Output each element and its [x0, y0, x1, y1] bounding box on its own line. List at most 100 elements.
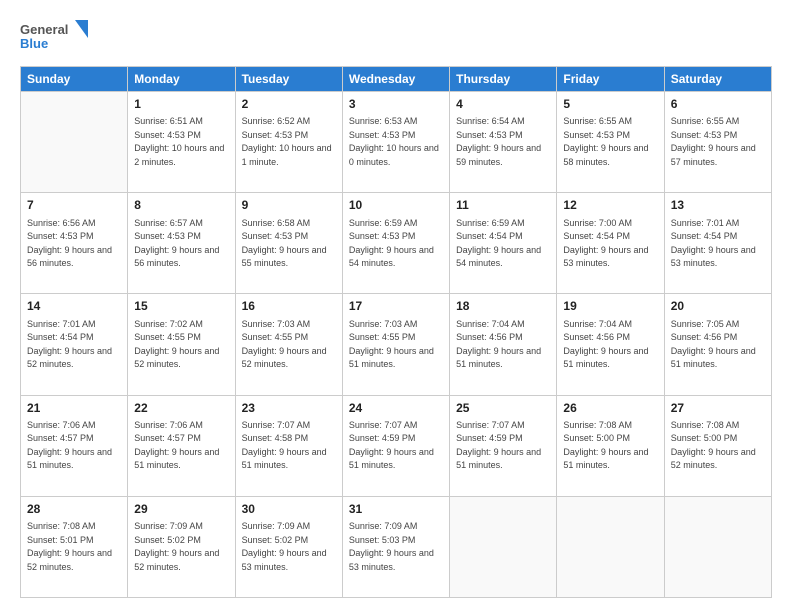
weekday-header: Monday [128, 67, 235, 92]
header: General Blue [20, 18, 772, 56]
day-number: 1 [134, 96, 228, 113]
day-info: Sunrise: 6:52 AMSunset: 4:53 PMDaylight:… [242, 115, 336, 169]
day-info: Sunrise: 6:55 AMSunset: 4:53 PMDaylight:… [563, 115, 657, 169]
calendar-cell: 11 Sunrise: 6:59 AMSunset: 4:54 PMDayligh… [450, 193, 557, 294]
day-number: 3 [349, 96, 443, 113]
calendar-cell: 19Sunrise: 7:04 AMSunset: 4:56 PMDayligh… [557, 294, 664, 395]
day-number: 18 [456, 298, 550, 315]
calendar-cell: 10 Sunrise: 6:59 AMSunset: 4:53 PMDayligh… [342, 193, 449, 294]
day-number: 24 [349, 400, 443, 417]
calendar-cell: 9 Sunrise: 6:58 AMSunset: 4:53 PMDaylight… [235, 193, 342, 294]
day-number: 13 [671, 197, 765, 214]
day-number: 22 [134, 400, 228, 417]
calendar-cell: 31Sunrise: 7:09 AMSunset: 5:03 PMDayligh… [342, 496, 449, 597]
calendar-week-row: 21 Sunrise: 7:06 AMSunset: 4:57 PMDayligh… [21, 395, 772, 496]
day-info: Sunrise: 7:00 AMSunset: 4:54 PMDaylight:… [563, 217, 657, 271]
day-info: Sunrise: 7:08 AMSunset: 5:01 PMDaylight:… [27, 520, 121, 574]
day-info: Sunrise: 7:02 AMSunset: 4:55 PMDaylight:… [134, 318, 228, 372]
weekday-header: Friday [557, 67, 664, 92]
day-info: Sunrise: 7:09 AMSunset: 5:02 PMDaylight:… [242, 520, 336, 574]
day-number: 2 [242, 96, 336, 113]
day-number: 31 [349, 501, 443, 518]
day-info: Sunrise: 6:57 AMSunset: 4:53 PMDaylight:… [134, 217, 228, 271]
day-info: Sunrise: 7:06 AMSunset: 4:57 PMDaylight:… [27, 419, 121, 473]
calendar-cell: 5 Sunrise: 6:55 AMSunset: 4:53 PMDaylight… [557, 92, 664, 193]
calendar-week-row: 14Sunrise: 7:01 AMSunset: 4:54 PMDayligh… [21, 294, 772, 395]
day-info: Sunrise: 6:59 AMSunset: 4:54 PMDaylight:… [456, 217, 550, 271]
calendar-cell: 18Sunrise: 7:04 AMSunset: 4:56 PMDayligh… [450, 294, 557, 395]
day-number: 17 [349, 298, 443, 315]
calendar-cell: 24 Sunrise: 7:07 AMSunset: 4:59 PMDayligh… [342, 395, 449, 496]
weekday-header: Saturday [664, 67, 771, 92]
calendar-cell [664, 496, 771, 597]
calendar-cell [21, 92, 128, 193]
logo: General Blue [20, 18, 90, 56]
day-info: Sunrise: 6:53 AMSunset: 4:53 PMDaylight:… [349, 115, 443, 169]
weekday-header: Wednesday [342, 67, 449, 92]
calendar-cell: 3 Sunrise: 6:53 AMSunset: 4:53 PMDaylight… [342, 92, 449, 193]
calendar-cell: 21 Sunrise: 7:06 AMSunset: 4:57 PMDayligh… [21, 395, 128, 496]
calendar-cell: 22 Sunrise: 7:06 AMSunset: 4:57 PMDayligh… [128, 395, 235, 496]
weekday-header: Thursday [450, 67, 557, 92]
weekday-header: Tuesday [235, 67, 342, 92]
day-number: 20 [671, 298, 765, 315]
calendar-cell: 29 Sunrise: 7:09 AMSunset: 5:02 PMDayligh… [128, 496, 235, 597]
calendar-cell: 6 Sunrise: 6:55 AMSunset: 4:53 PMDaylight… [664, 92, 771, 193]
calendar-cell: 30Sunrise: 7:09 AMSunset: 5:02 PMDayligh… [235, 496, 342, 597]
day-number: 5 [563, 96, 657, 113]
day-info: Sunrise: 7:07 AMSunset: 4:58 PMDaylight:… [242, 419, 336, 473]
day-info: Sunrise: 7:07 AMSunset: 4:59 PMDaylight:… [349, 419, 443, 473]
calendar-cell: 15 Sunrise: 7:02 AMSunset: 4:55 PMDayligh… [128, 294, 235, 395]
calendar-cell [450, 496, 557, 597]
day-number: 4 [456, 96, 550, 113]
calendar-cell: 13 Sunrise: 7:01 AMSunset: 4:54 PMDayligh… [664, 193, 771, 294]
svg-text:Blue: Blue [20, 36, 48, 51]
calendar-cell: 1 Sunrise: 6:51 AMSunset: 4:53 PMDaylight… [128, 92, 235, 193]
day-info: Sunrise: 6:59 AMSunset: 4:53 PMDaylight:… [349, 217, 443, 271]
calendar-week-row: 7Sunrise: 6:56 AMSunset: 4:53 PMDaylight… [21, 193, 772, 294]
day-info: Sunrise: 7:01 AMSunset: 4:54 PMDaylight:… [671, 217, 765, 271]
day-number: 19 [563, 298, 657, 315]
day-number: 9 [242, 197, 336, 214]
day-info: Sunrise: 7:03 AMSunset: 4:55 PMDaylight:… [242, 318, 336, 372]
day-number: 21 [27, 400, 121, 417]
day-number: 27 [671, 400, 765, 417]
calendar-cell: 4Sunrise: 6:54 AMSunset: 4:53 PMDaylight… [450, 92, 557, 193]
day-info: Sunrise: 6:58 AMSunset: 4:53 PMDaylight:… [242, 217, 336, 271]
calendar-cell: 2 Sunrise: 6:52 AMSunset: 4:53 PMDaylight… [235, 92, 342, 193]
day-number: 16 [242, 298, 336, 315]
day-number: 28 [27, 501, 121, 518]
svg-text:General: General [20, 22, 68, 37]
day-number: 23 [242, 400, 336, 417]
page: General Blue SundayMondayTuesdayWednesda… [0, 0, 792, 612]
calendar-cell: 27Sunrise: 7:08 AMSunset: 5:00 PMDayligh… [664, 395, 771, 496]
day-info: Sunrise: 6:55 AMSunset: 4:53 PMDaylight:… [671, 115, 765, 169]
day-number: 8 [134, 197, 228, 214]
day-number: 29 [134, 501, 228, 518]
calendar-cell: 8 Sunrise: 6:57 AMSunset: 4:53 PMDaylight… [128, 193, 235, 294]
calendar-week-row: 28 Sunrise: 7:08 AMSunset: 5:01 PMDayligh… [21, 496, 772, 597]
weekday-header-row: SundayMondayTuesdayWednesdayThursdayFrid… [21, 67, 772, 92]
calendar-cell: 14Sunrise: 7:01 AMSunset: 4:54 PMDayligh… [21, 294, 128, 395]
day-info: Sunrise: 6:56 AMSunset: 4:53 PMDaylight:… [27, 217, 121, 271]
day-number: 10 [349, 197, 443, 214]
day-number: 15 [134, 298, 228, 315]
calendar-cell: 7Sunrise: 6:56 AMSunset: 4:53 PMDaylight… [21, 193, 128, 294]
day-info: Sunrise: 7:06 AMSunset: 4:57 PMDaylight:… [134, 419, 228, 473]
calendar-cell: 25Sunrise: 7:07 AMSunset: 4:59 PMDayligh… [450, 395, 557, 496]
calendar-cell: 28 Sunrise: 7:08 AMSunset: 5:01 PMDayligh… [21, 496, 128, 597]
calendar: SundayMondayTuesdayWednesdayThursdayFrid… [20, 66, 772, 598]
day-number: 25 [456, 400, 550, 417]
calendar-cell: 16 Sunrise: 7:03 AMSunset: 4:55 PMDayligh… [235, 294, 342, 395]
logo-svg: General Blue [20, 18, 90, 56]
calendar-cell: 26Sunrise: 7:08 AMSunset: 5:00 PMDayligh… [557, 395, 664, 496]
weekday-header: Sunday [21, 67, 128, 92]
day-number: 26 [563, 400, 657, 417]
day-number: 6 [671, 96, 765, 113]
day-number: 12 [563, 197, 657, 214]
day-info: Sunrise: 7:09 AMSunset: 5:02 PMDaylight:… [134, 520, 228, 574]
day-info: Sunrise: 7:05 AMSunset: 4:56 PMDaylight:… [671, 318, 765, 372]
day-info: Sunrise: 6:51 AMSunset: 4:53 PMDaylight:… [134, 115, 228, 169]
day-number: 11 [456, 197, 550, 214]
day-info: Sunrise: 7:03 AMSunset: 4:55 PMDaylight:… [349, 318, 443, 372]
